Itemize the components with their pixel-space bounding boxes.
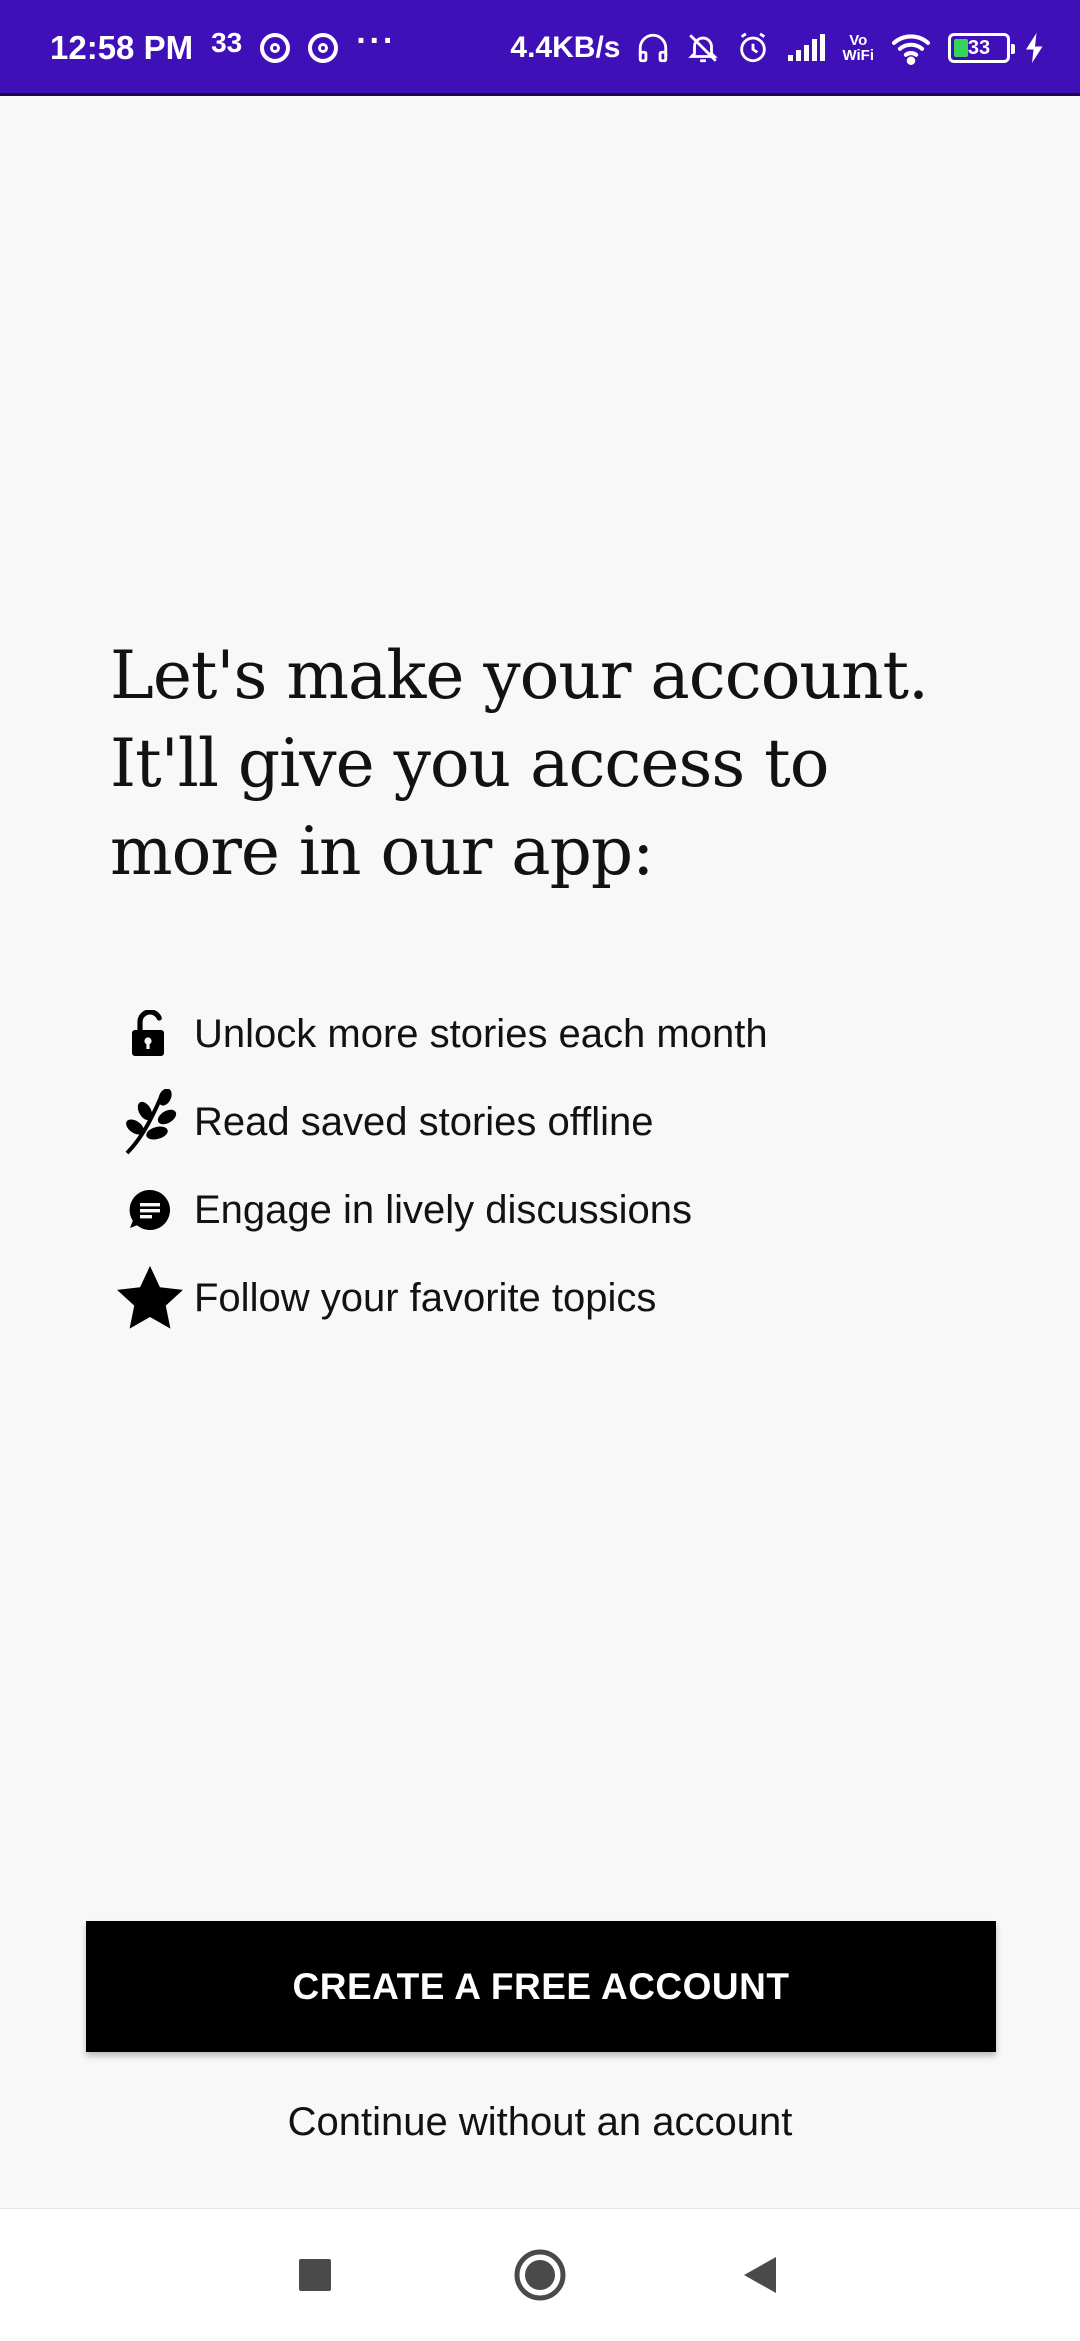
network-speed: 4.4KB/s	[510, 31, 621, 64]
mute-bell-icon	[688, 34, 719, 63]
sprig-icon	[112, 1084, 188, 1160]
volte-wifi-indicator: Vo WiFi	[842, 33, 874, 63]
home-button[interactable]	[480, 2209, 600, 2341]
notification-count: 33	[211, 27, 243, 58]
unlock-icon	[112, 996, 188, 1072]
signal-icon	[788, 34, 826, 61]
recents-square-icon	[299, 2259, 331, 2291]
benefit-item: Read saved stories offline	[112, 1078, 1012, 1166]
app-notification-icon	[260, 33, 291, 63]
benefit-text: Unlock more stories each month	[194, 1011, 768, 1056]
charging-bolt-icon	[1026, 33, 1043, 63]
status-bar: 12:58 PM 33 ··· 4.4KB/s Vo WiFi 33	[0, 0, 1080, 96]
back-button[interactable]	[700, 2209, 820, 2341]
benefit-item: Unlock more stories each month	[112, 990, 1012, 1078]
battery-level: 33	[967, 36, 991, 59]
page-title: Let's make your account. It'll give you …	[110, 637, 929, 890]
back-triangle-icon	[744, 2257, 776, 2293]
home-circle-icon	[514, 2249, 566, 2301]
recents-button[interactable]	[255, 2209, 375, 2341]
status-bar-left: 12:58 PM 33 ···	[50, 0, 396, 96]
benefit-text: Follow your favorite topics	[194, 1275, 657, 1320]
create-free-account-button[interactable]: CREATE A FREE ACCOUNT	[86, 1921, 996, 2052]
benefit-text: Read saved stories offline	[194, 1099, 654, 1144]
battery-icon: 33	[948, 33, 1015, 63]
clock: 12:58 PM	[50, 29, 194, 66]
app-notification-icon	[308, 33, 339, 63]
benefit-item: Engage in lively discussions	[112, 1166, 1012, 1254]
star-icon	[112, 1260, 188, 1336]
headphones-icon	[639, 33, 668, 63]
status-bar-right: 4.4KB/s Vo WiFi 33	[510, 0, 1044, 96]
volte-label-bottom: WiFi	[842, 47, 874, 64]
system-navigation-bar	[0, 2208, 1080, 2341]
volte-label-top: Vo	[849, 32, 868, 49]
comment-bubble-icon	[112, 1172, 188, 1248]
wifi-icon	[891, 34, 931, 65]
benefits-list: Unlock more stories each month Read save…	[112, 990, 1012, 1342]
continue-without-account-link[interactable]: Continue without an account	[0, 2100, 1080, 2145]
benefit-text: Engage in lively discussions	[194, 1187, 693, 1232]
more-notifications-icon: ···	[356, 21, 397, 60]
alarm-icon	[740, 32, 767, 63]
benefit-item: Follow your favorite topics	[112, 1254, 1012, 1342]
